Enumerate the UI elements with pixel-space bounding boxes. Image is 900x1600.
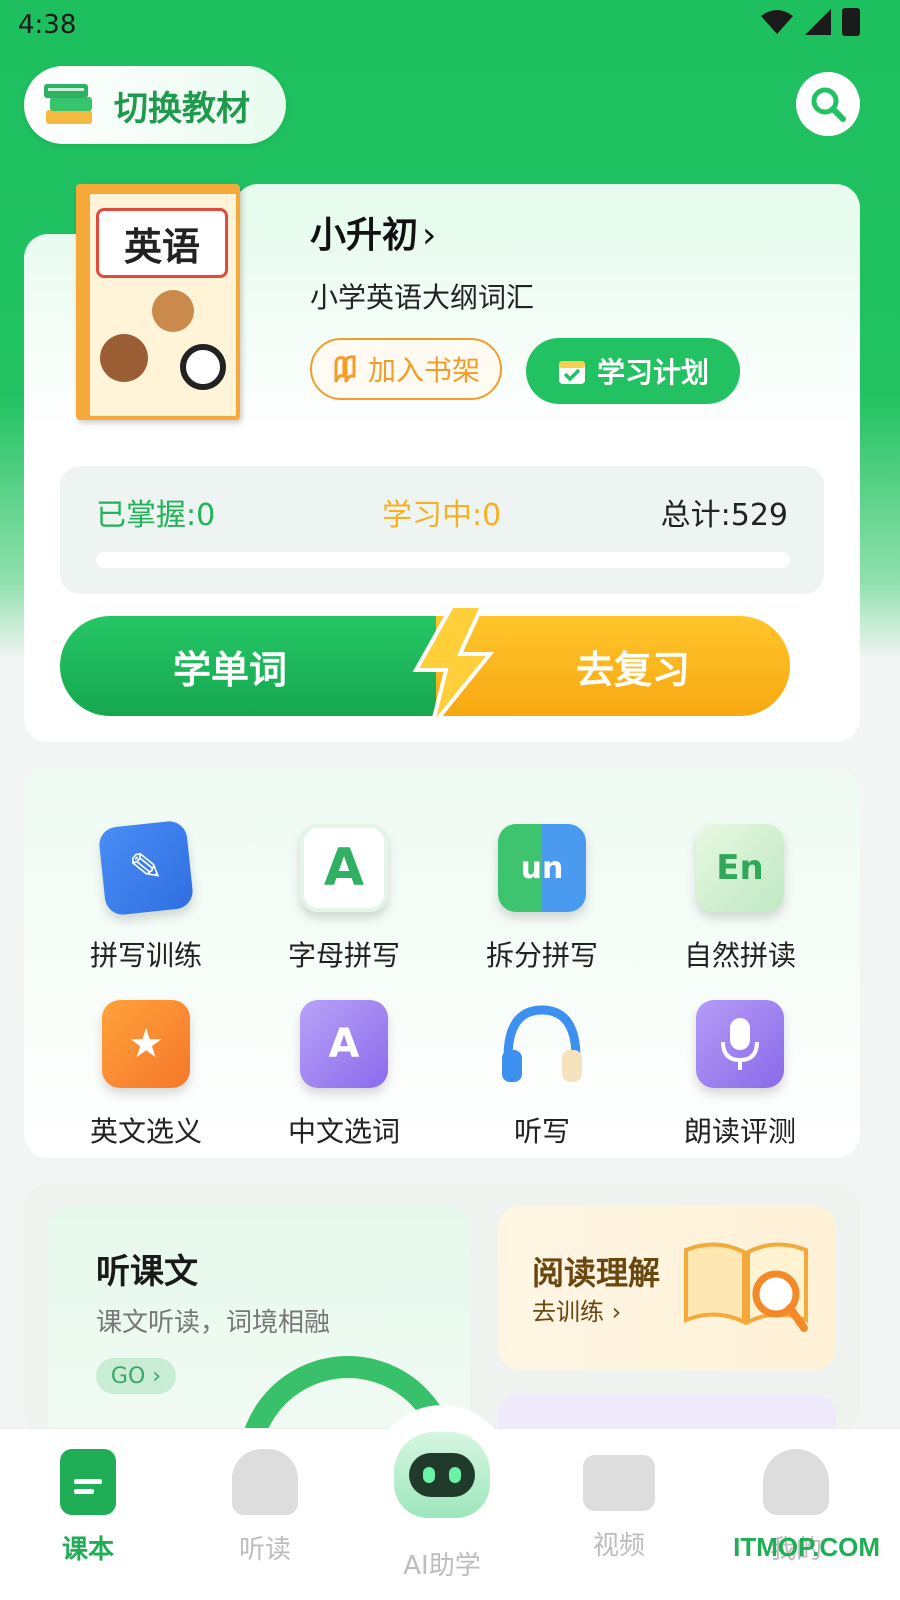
tool-label: 英文选义 — [89, 1115, 202, 1148]
progress-bar — [96, 552, 790, 568]
bookshelf-icon — [334, 355, 356, 383]
star-book-icon: ★ — [102, 1000, 190, 1088]
tab-listen-read[interactable]: 听读 — [195, 1449, 335, 1566]
listen-text-subtitle: 课文听读，词境相融 — [96, 1308, 331, 1338]
headphones-icon — [498, 1000, 586, 1088]
split-un-icon: un — [498, 824, 586, 912]
learning-count: 学习中:0 — [382, 498, 502, 533]
tool-dictation[interactable]: 听写 — [442, 1000, 642, 1150]
bottom-tab-bar: 课本 听读 AI助学 视频 我的 — [0, 1405, 900, 1600]
practice-tools-card: ✎ 拼写训练 A 字母拼写 un 拆分拼写 En 自然拼读 ★ 英文选义 A 中… — [24, 768, 860, 1158]
ai-robot-icon — [394, 1432, 490, 1518]
calendar-check-icon — [558, 361, 585, 384]
a-book-icon: A — [300, 1000, 388, 1088]
study-plan-button[interactable]: 学习计划 — [526, 338, 740, 404]
switch-textbook-label: 切换教材 — [114, 88, 250, 129]
feature-cards-area: 听课文 课文听读，词境相融 GO › 阅读理解 去训练 › — [24, 1184, 860, 1434]
tool-spelling-training[interactable]: ✎ 拼写训练 — [46, 819, 246, 974]
search-button[interactable] — [796, 72, 860, 136]
tool-split-spelling[interactable]: un 拆分拼写 — [442, 824, 642, 974]
cellular-icon — [805, 9, 831, 35]
lightning-bolt-icon — [412, 604, 495, 728]
battery-icon — [842, 8, 860, 36]
reading-title: 阅读理解 — [532, 1254, 661, 1292]
tool-read-aloud-assessment[interactable]: 朗读评测 — [640, 1000, 840, 1150]
tool-label: 中文选词 — [287, 1115, 400, 1148]
status-icons — [760, 8, 860, 36]
total-count: 总计:529 — [660, 498, 788, 533]
headphones-graphic — [502, 1005, 582, 1082]
book-title-text: 小升初 — [310, 215, 419, 256]
reading-comprehension-card[interactable]: 阅读理解 去训练 › — [498, 1206, 836, 1370]
action-bar: 学单词 去复习 — [60, 604, 790, 728]
tab-label: 视频 — [592, 1531, 645, 1561]
listen-read-icon — [232, 1449, 298, 1515]
book-cover-inner: 英语 — [90, 194, 236, 416]
en-book-icon: En — [696, 824, 784, 912]
book-cover[interactable]: 英语 — [76, 184, 240, 420]
book-cover-title: 英语 — [96, 208, 228, 278]
robot-eye — [423, 1467, 435, 1483]
book-subtitle: 小学英语大纲词汇 — [310, 281, 535, 314]
listen-text-card[interactable]: 听课文 课文听读，词境相融 GO › — [48, 1206, 470, 1434]
wifi-icon — [761, 10, 793, 34]
microphone-graphic — [721, 1018, 759, 1070]
tool-chinese-word-choice[interactable]: A 中文选词 — [244, 1000, 444, 1150]
tab-label: 课本 — [61, 1535, 114, 1565]
tool-label: 拼写训练 — [89, 939, 202, 972]
letter-a-icon: A — [300, 824, 388, 912]
go-button[interactable]: GO › — [96, 1358, 176, 1394]
tab-ai-assistant[interactable]: AI助学 — [372, 1405, 512, 1582]
tab-label: 听读 — [238, 1535, 291, 1565]
bear-illustration — [100, 334, 148, 382]
search-icon — [811, 87, 846, 122]
book-title[interactable]: 小升初 › — [310, 206, 436, 258]
tool-label: 拆分拼写 — [485, 939, 598, 972]
mastered-count: 已掌握:0 — [96, 498, 216, 533]
watermark: ITMOP.COM — [733, 1532, 880, 1562]
reading-subtitle: 去训练 › — [532, 1298, 622, 1326]
textbook-card: 英语 小升初 › 小学英语大纲词汇 加入书架 学习计划 已掌握:0 学习中:0 总… — [24, 184, 860, 742]
tool-english-meaning[interactable]: ★ 英文选义 — [46, 1000, 246, 1150]
tab-label: AI助学 — [403, 1551, 481, 1581]
progress-panel: 已掌握:0 学习中:0 总计:529 — [60, 466, 824, 594]
status-time: 4:38 — [18, 10, 77, 40]
add-to-shelf-button[interactable]: 加入书架 — [310, 338, 502, 400]
tab-textbook[interactable]: 课本 — [18, 1449, 158, 1566]
ai-robot-button — [372, 1405, 512, 1545]
add-to-shelf-label: 加入书架 — [367, 354, 480, 387]
listen-text-title: 听课文 — [96, 1252, 198, 1292]
open-book-magnifier-icon — [684, 1242, 808, 1332]
tool-letter-spelling[interactable]: A 字母拼写 — [244, 824, 444, 974]
textbook-icon — [60, 1449, 116, 1515]
tool-label: 朗读评测 — [683, 1115, 796, 1148]
learn-words-button[interactable]: 学单词 — [60, 616, 460, 716]
switch-textbook-button[interactable]: 切换教材 — [24, 66, 286, 144]
books-stack-icon — [44, 84, 92, 124]
chevron-right-icon: › — [422, 215, 437, 256]
status-bar: 4:38 — [0, 0, 900, 50]
tab-video[interactable]: 视频 — [549, 1449, 689, 1562]
video-icon — [583, 1455, 655, 1511]
bear-illustration — [152, 290, 194, 332]
microphone-icon — [696, 1000, 784, 1088]
profile-icon — [763, 1449, 829, 1515]
tool-label: 自然拼读 — [683, 939, 796, 972]
tool-label: 字母拼写 — [287, 939, 400, 972]
robot-face — [409, 1453, 475, 1497]
panda-illustration — [180, 344, 226, 390]
pencil-icon: ✎ — [97, 819, 195, 917]
study-plan-label: 学习计划 — [596, 356, 709, 389]
robot-eye — [449, 1467, 461, 1483]
tool-label: 听写 — [513, 1115, 570, 1148]
tool-phonics[interactable]: En 自然拼读 — [640, 824, 840, 974]
